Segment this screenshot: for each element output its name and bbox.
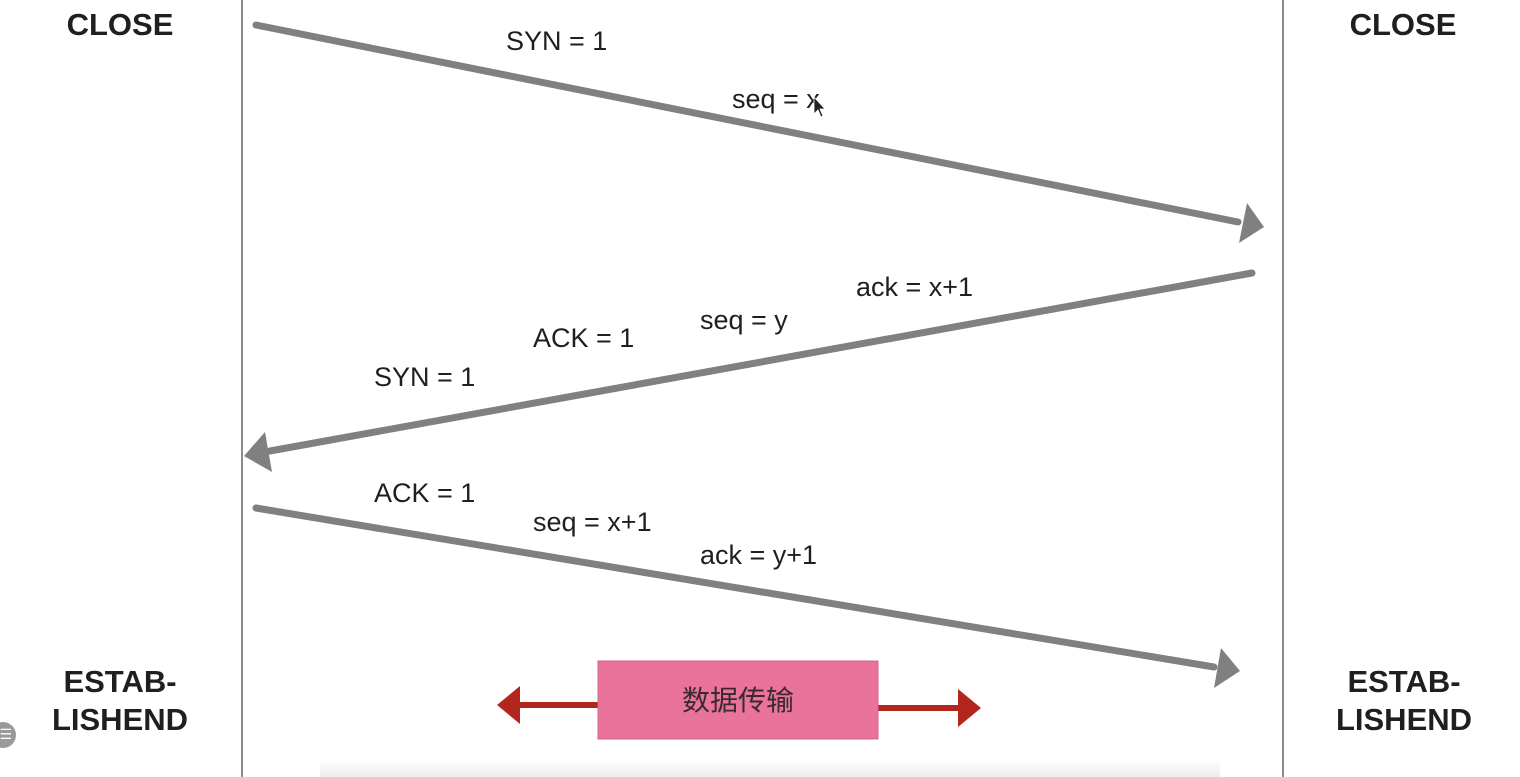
syn-flag-label: SYN = 1 [506,26,607,56]
client-bottom-state-line2: LISHEND [52,702,188,737]
ack-arrow-shaft [252,504,1218,671]
syn-ack-ackflag-label: ACK = 1 [533,323,634,353]
syn-ack-arrow-head [244,432,272,472]
ack-message: ACK = 1 seq = x+1 ack = y+1 [252,478,1240,688]
server-bottom-state-line2: LISHEND [1336,702,1472,737]
data-transfer-right-head [958,689,981,727]
syn-ack-synflag-label: SYN = 1 [374,362,475,392]
syn-seq-label: seq = x [732,84,820,114]
ack-seq-label: seq = x+1 [533,507,652,537]
ack-ack-label: ack = y+1 [700,540,817,570]
client-top-state: CLOSE [67,7,174,42]
syn-arrow-head [1239,203,1264,243]
server-top-state: CLOSE [1350,7,1457,42]
syn-message: SYN = 1 seq = x [252,21,1264,243]
handshake-diagram: CLOSE CLOSE ESTAB- LISHEND ESTAB- LISHEN… [0,0,1520,777]
syn-arrow-shaft [252,21,1242,226]
ack-arrow-head [1214,648,1240,688]
data-transfer: 数据传输 [497,660,981,740]
syn-ack-message: ack = x+1 seq = y ACK = 1 SYN = 1 [244,269,1256,472]
diagram-canvas: CLOSE CLOSE ESTAB- LISHEND ESTAB- LISHEN… [52,0,1472,777]
client-bottom-state-line1: ESTAB- [63,664,176,699]
syn-ack-seq-label: seq = y [700,305,788,335]
bottom-shade [320,760,1220,777]
data-transfer-left-head [497,686,520,724]
ack-flag-label: ACK = 1 [374,478,475,508]
server-bottom-state-line1: ESTAB- [1347,664,1460,699]
syn-ack-ack-label: ack = x+1 [856,272,973,302]
data-transfer-label: 数据传输 [682,684,794,717]
